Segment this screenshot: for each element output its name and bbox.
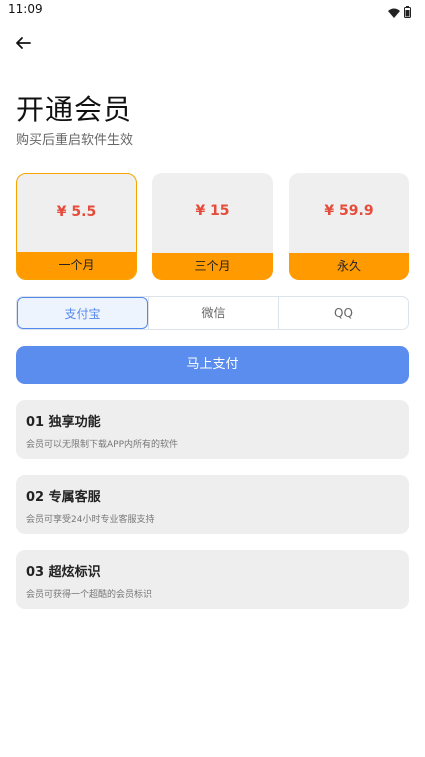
- status-bar: 11:09: [0, 0, 425, 20]
- feature-description: 会员可获得一个超酷的会员标识: [26, 590, 153, 600]
- feature-card-badge: 03 超炫标识 会员可获得一个超酷的会员标识: [16, 550, 409, 609]
- arrow-left-icon: [15, 35, 31, 55]
- plan-label: 三个月: [152, 253, 273, 280]
- plan-price: ¥ 59.9: [324, 203, 374, 219]
- pay-now-button[interactable]: 马上支付: [16, 346, 409, 384]
- feature-card-support: 02 专属客服 会员可享受24小时专业客服支持: [16, 475, 409, 534]
- plan-label: 永久: [289, 253, 409, 280]
- page-subtitle: 购买后重启软件生效: [16, 133, 134, 148]
- plan-label: 一个月: [17, 252, 136, 279]
- status-icons: [388, 3, 411, 22]
- payment-method-tabs: 支付宝 微信 QQ: [16, 296, 409, 330]
- plan-price: ¥ 15: [195, 203, 230, 219]
- feature-description: 会员可享受24小时专业客服支持: [26, 515, 155, 525]
- status-time: 11:09: [8, 2, 43, 16]
- plan-card-three-months[interactable]: ¥ 15 三个月: [152, 173, 273, 280]
- feature-card-exclusive: 01 独享功能 会员可以无限制下载APP内所有的软件: [16, 400, 409, 459]
- feature-description: 会员可以无限制下载APP内所有的软件: [26, 440, 179, 450]
- feature-title: 01 独享功能: [26, 415, 101, 430]
- plan-card-permanent[interactable]: ¥ 59.9 永久: [289, 173, 409, 280]
- page-title: 开通会员: [16, 93, 133, 126]
- wifi-icon: [388, 3, 400, 22]
- tab-alipay[interactable]: 支付宝: [17, 297, 148, 329]
- feature-title: 02 专属客服: [26, 490, 101, 505]
- back-button[interactable]: [12, 34, 34, 56]
- plan-card-one-month[interactable]: ¥ 5.5 一个月: [16, 173, 137, 280]
- plan-price: ¥ 5.5: [56, 204, 97, 220]
- feature-title: 03 超炫标识: [26, 565, 101, 580]
- battery-icon: [404, 3, 411, 22]
- tab-qq[interactable]: QQ: [278, 297, 408, 329]
- tab-wechat[interactable]: 微信: [148, 297, 278, 329]
